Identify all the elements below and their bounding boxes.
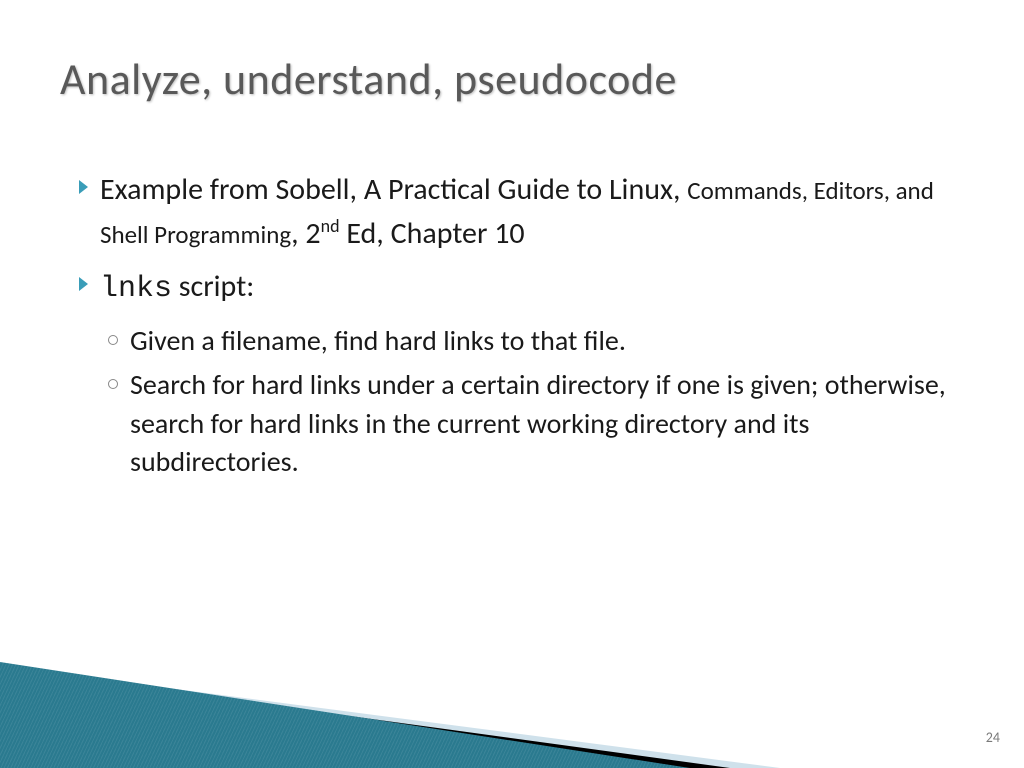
- page-number: 24: [986, 729, 1000, 746]
- sub-bullet-item: Given a filename, find hard links to tha…: [108, 322, 954, 361]
- slide-content: Example from Sobell, A Practical Guide t…: [78, 168, 954, 488]
- bullet-text: lnks script:: [100, 265, 254, 312]
- bullet-text: Example from Sobell, A Practical Guide t…: [100, 168, 954, 255]
- text-fragment: , 2: [291, 215, 320, 252]
- arrow-icon: [78, 276, 90, 292]
- decoration-triangle-teal: [0, 662, 690, 768]
- text-fragment: script:: [172, 268, 254, 305]
- arrow-icon: [78, 179, 90, 195]
- text-fragment: Ed, Chapter 10: [340, 215, 525, 252]
- circle-bullet-icon: [108, 335, 118, 345]
- sub-bullet-text: Given a filename, find hard links to tha…: [130, 322, 626, 361]
- sub-bullet-list: Given a filename, find hard links to tha…: [108, 322, 954, 483]
- text-superscript: nd: [321, 215, 340, 237]
- text-fragment: Example from Sobell, A Practical Guide t…: [100, 171, 687, 208]
- circle-bullet-icon: [108, 379, 118, 389]
- bullet-item: Example from Sobell, A Practical Guide t…: [78, 168, 954, 255]
- bullet-item: lnks script:: [78, 265, 954, 312]
- code-text: lnks: [100, 272, 172, 306]
- sub-bullet-text: Search for hard links under a certain di…: [130, 366, 954, 482]
- slide-title: Analyze, understand, pseudocode: [60, 52, 677, 106]
- sub-bullet-item: Search for hard links under a certain di…: [108, 366, 954, 482]
